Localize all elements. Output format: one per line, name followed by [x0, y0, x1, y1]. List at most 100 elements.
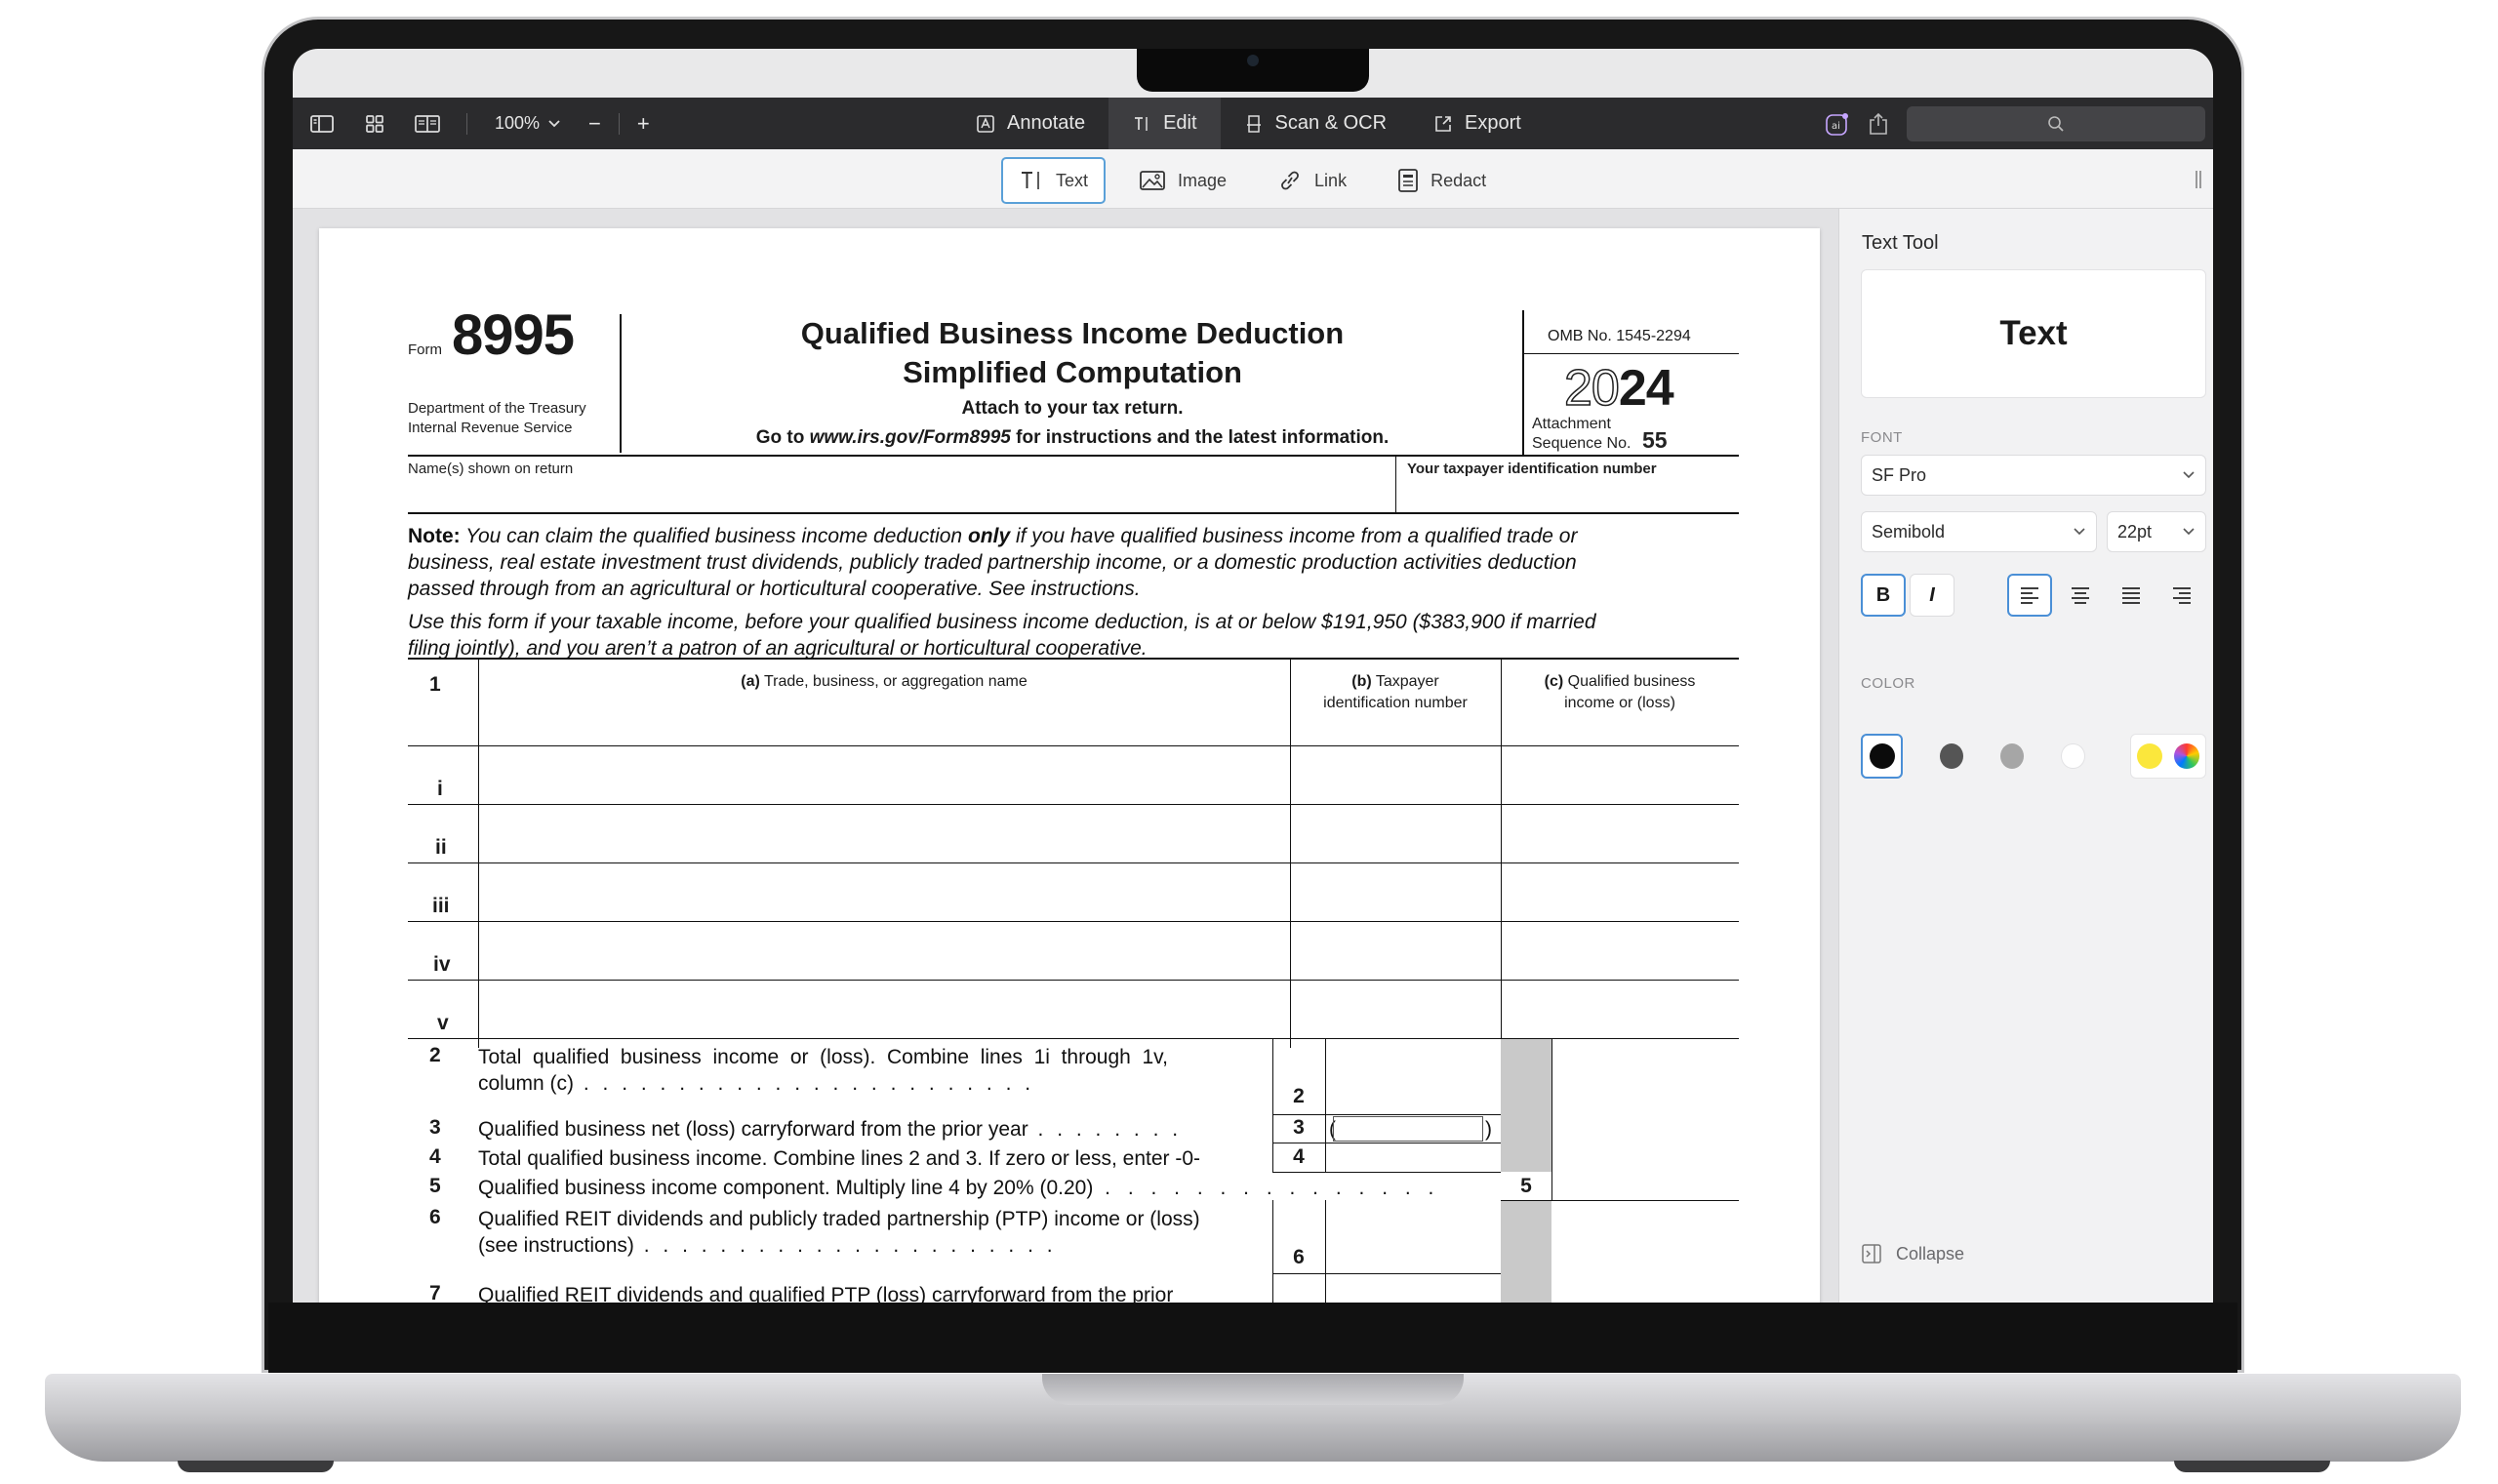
- color-swatch-dark-gray[interactable]: [1940, 743, 1964, 769]
- goto-suffix: for instructions and the latest informat…: [1010, 427, 1390, 448]
- note-only: only: [967, 525, 1011, 547]
- grid-view-icon[interactable]: [361, 113, 388, 135]
- laptop-opening-notch: [1042, 1374, 1464, 1405]
- color-swatch-yellow[interactable]: [2136, 743, 2162, 769]
- collapse-label: Collapse: [1896, 1243, 1965, 1263]
- line-3-input[interactable]: [1333, 1116, 1483, 1142]
- search-field[interactable]: [1907, 106, 2205, 141]
- tab-export-label: Export: [1465, 112, 1521, 134]
- toolbar-right: ai: [1825, 106, 2205, 141]
- chevron-down-icon: [2074, 528, 2085, 536]
- font-family-select[interactable]: SF Pro: [1861, 455, 2206, 496]
- color-swatch-black[interactable]: [1861, 734, 1904, 779]
- line-7-text[interactable]: Qualified REIT dividends and qualified P…: [478, 1282, 1269, 1303]
- line-3-number: 3: [429, 1116, 441, 1139]
- line-2-box-number: 2: [1293, 1085, 1305, 1107]
- collapse-panel-button[interactable]: Collapse: [1861, 1243, 1964, 1264]
- shaded-cell: [1501, 1200, 1551, 1303]
- box-divider: [1325, 1039, 1326, 1172]
- tin-label: Your taxpayer identification number: [1407, 461, 1657, 477]
- font-weight-value: Semibold: [1872, 521, 1946, 541]
- line-2-text[interactable]: Total qualified business income or (loss…: [478, 1044, 1259, 1097]
- line-5-number: 5: [429, 1175, 441, 1197]
- page-layout-icon[interactable]: [414, 113, 441, 135]
- toolbar-grip-handle[interactable]: [2196, 171, 2201, 188]
- tab-annotate-label: Annotate: [1007, 112, 1086, 134]
- redact-tool-button[interactable]: Redact: [1380, 157, 1504, 204]
- align-right-button[interactable]: [2159, 574, 2204, 617]
- align-center-button[interactable]: [2058, 574, 2103, 617]
- laptop-chin: [268, 1303, 2237, 1373]
- ai-assistant-icon[interactable]: ai: [1825, 111, 1850, 137]
- zoom-in-button[interactable]: +: [637, 111, 650, 137]
- form-number[interactable]: 8995: [452, 302, 575, 368]
- form-title-line-2[interactable]: Simplified Computation: [623, 355, 1522, 390]
- tax-year-bold: 24: [1618, 360, 1674, 417]
- redact-tool-label: Redact: [1430, 170, 1487, 190]
- color-picker-wheel-icon[interactable]: [2173, 743, 2199, 769]
- column-c-title-2: income or (loss): [1564, 695, 1675, 711]
- italic-button[interactable]: I: [1910, 574, 1954, 617]
- note-text-1: You can claim the qualified business inc…: [460, 525, 968, 547]
- zoom-dropdown[interactable]: 100%: [495, 113, 561, 134]
- form-word: Form: [408, 341, 442, 358]
- table-col-divider-2: [1290, 658, 1291, 1048]
- goto-instruction[interactable]: Go to www.irs.gov/Form8995 for instructi…: [623, 427, 1522, 449]
- line-4-text[interactable]: Total qualified business income. Combine…: [478, 1145, 1269, 1172]
- line-6-text-1: Qualified REIT dividends and publicly tr…: [478, 1208, 1200, 1230]
- table-row-rule: [408, 862, 1739, 863]
- export-icon: [1435, 115, 1451, 132]
- text-tool-button[interactable]: Text: [1001, 157, 1107, 204]
- column-b-letter: (b): [1351, 673, 1372, 690]
- line-6-text[interactable]: Qualified REIT dividends and publicly tr…: [478, 1206, 1269, 1259]
- align-left-button[interactable]: [2007, 574, 2052, 617]
- align-justify-button[interactable]: [2109, 574, 2154, 617]
- line-3-paren-close: ): [1485, 1118, 1492, 1141]
- column-a-title: Trade, business, or aggregation name: [759, 673, 1027, 690]
- search-icon: [2048, 116, 2064, 132]
- text-cursor-icon: [1135, 116, 1148, 131]
- tab-export[interactable]: Export: [1410, 98, 1545, 149]
- color-swatches: [1861, 732, 2207, 781]
- font-size-value: 22pt: [2117, 521, 2153, 541]
- color-swatch-white[interactable]: [2061, 743, 2085, 769]
- bold-button[interactable]: B: [1861, 574, 1906, 617]
- line-5-text[interactable]: Qualified business income component. Mul…: [478, 1175, 1503, 1201]
- column-b-header: (b) Taxpayer identification number: [1290, 671, 1501, 714]
- color-swatch-gray[interactable]: [2000, 743, 2025, 769]
- name-row-bottom-rule: [408, 512, 1739, 514]
- link-tool-button[interactable]: Link: [1260, 157, 1364, 204]
- form-title-line-1[interactable]: Qualified Business Income Deduction: [623, 316, 1522, 351]
- attach-instruction[interactable]: Attach to your tax return.: [623, 398, 1522, 420]
- tab-scan-ocr[interactable]: Scan & OCR: [1221, 98, 1410, 149]
- header-bottom-rule: [408, 455, 1739, 457]
- leader-dots: . . . . . . . . . . . . . . .: [1093, 1177, 1440, 1199]
- image-tool-button[interactable]: Image: [1121, 157, 1244, 204]
- image-icon: [1140, 171, 1165, 190]
- tax-year: 2024: [1563, 359, 1674, 418]
- sidebar-toggle-icon[interactable]: [308, 113, 336, 135]
- zoom-level: 100%: [495, 113, 541, 133]
- svg-text:ai: ai: [1832, 121, 1840, 132]
- line-2-text-1: Total qualified business income or (loss…: [478, 1046, 1168, 1068]
- note-paragraph[interactable]: Note: You can claim the qualified busine…: [408, 523, 1739, 662]
- box-rule: [1272, 1273, 1501, 1274]
- document-viewport[interactable]: Form 8995 Department of the Treasury Int…: [293, 209, 1838, 1303]
- zoom-out-button[interactable]: −: [588, 111, 601, 137]
- line-3-text[interactable]: Qualified business net (loss) carryforwa…: [478, 1116, 1269, 1143]
- font-size-select[interactable]: 22pt: [2107, 511, 2206, 552]
- column-a-header: (a) Trade, business, or aggregation name: [478, 671, 1290, 693]
- share-icon[interactable]: [1868, 112, 1889, 136]
- main-toolbar: 100% − + Annotate Edit Scan & OCR Export: [293, 98, 2213, 149]
- line-1-number: 1: [429, 673, 441, 696]
- column-b-title-1: Taxpayer: [1371, 673, 1439, 690]
- font-weight-select[interactable]: Semibold: [1861, 511, 2097, 552]
- line-5-box-number: 5: [1520, 1175, 1532, 1197]
- pdf-page[interactable]: Form 8995 Department of the Treasury Int…: [319, 228, 1820, 1303]
- camera-icon: [1247, 55, 1259, 66]
- tab-edit[interactable]: Edit: [1108, 98, 1221, 149]
- line-6-text-2: (see instructions): [478, 1234, 634, 1257]
- goto-prefix: Go to: [755, 427, 810, 448]
- column-c-header: (c) Qualified business income or (loss): [1501, 671, 1739, 714]
- tab-annotate[interactable]: Annotate: [966, 98, 1108, 149]
